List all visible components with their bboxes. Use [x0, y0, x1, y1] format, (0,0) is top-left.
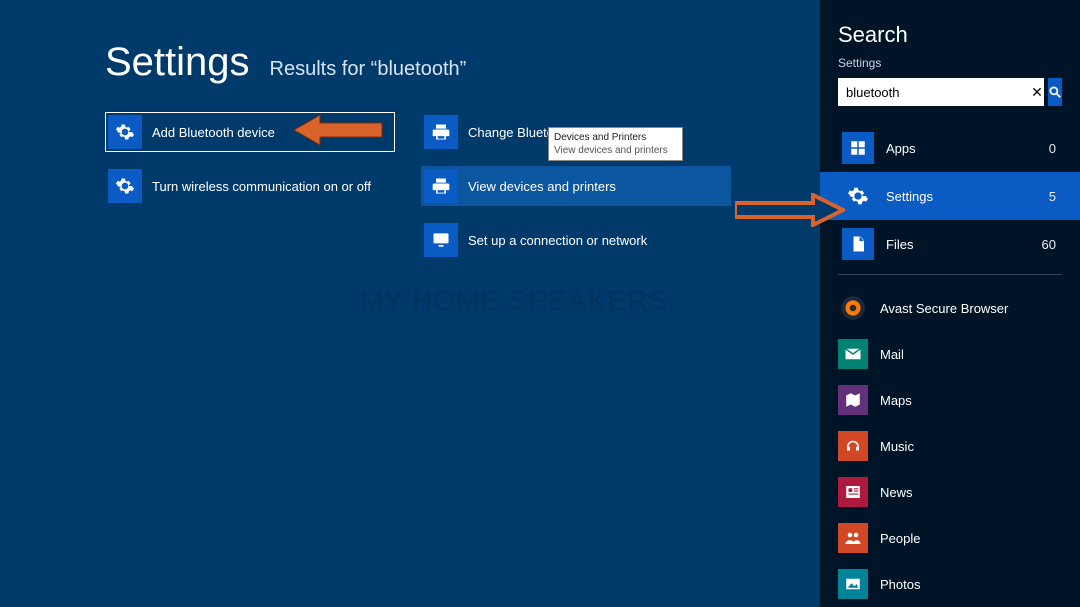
printer-icon [424, 115, 458, 149]
search-button[interactable] [1048, 78, 1062, 106]
settings-results-panel: Settings Results for “bluetooth” Add Blu… [0, 0, 820, 607]
scope-label: Apps [886, 141, 916, 156]
result-turn-wireless[interactable]: Turn wireless communication on or off [105, 166, 395, 206]
tooltip-title: Devices and Printers [554, 131, 677, 144]
printer-icon [424, 169, 458, 203]
people-icon [838, 523, 868, 553]
annotation-arrow-right [735, 193, 845, 227]
gear-icon [842, 180, 874, 212]
result-label: Turn wireless communication on or off [152, 179, 371, 194]
app-maps[interactable]: Maps [838, 377, 1062, 423]
scope-count: 60 [1042, 237, 1056, 252]
network-icon [424, 223, 458, 257]
app-mail[interactable]: Mail [838, 331, 1062, 377]
app-label: People [880, 531, 920, 546]
search-title: Search [838, 22, 1062, 48]
tooltip-body: View devices and printers [554, 144, 677, 157]
watermark-text: MY HOME SPEAKERS [360, 285, 668, 317]
search-category-label: Settings [838, 56, 1062, 70]
scope-files[interactable]: Files 60 [838, 220, 1062, 268]
search-input[interactable] [838, 78, 1030, 106]
search-row: ✕ [838, 78, 1062, 106]
avast-icon [838, 293, 868, 323]
app-label: Maps [880, 393, 912, 408]
headphones-icon [838, 431, 868, 461]
clear-search-button[interactable]: ✕ [1030, 78, 1044, 106]
app-photos[interactable]: Photos [838, 561, 1062, 607]
search-scope-list: Apps 0 Settings 5 Files 60 [838, 124, 1062, 268]
app-label: Music [880, 439, 914, 454]
photos-icon [838, 569, 868, 599]
app-music[interactable]: Music [838, 423, 1062, 469]
gear-icon [108, 115, 142, 149]
scope-label: Settings [886, 189, 933, 204]
app-label: Mail [880, 347, 904, 362]
result-setup-connection[interactable]: Set up a connection or network [421, 220, 731, 260]
app-label: Photos [880, 577, 920, 592]
result-label: Set up a connection or network [468, 233, 647, 248]
app-label: News [880, 485, 913, 500]
results-grid: Add Bluetooth device Turn wireless commu… [105, 112, 805, 260]
search-charm-panel: Search Settings ✕ Apps 0 Settings 5 [820, 0, 1080, 607]
tooltip-devices-printers: Devices and Printers View devices and pr… [548, 127, 683, 161]
sidebar-divider [838, 274, 1062, 275]
search-icon [1048, 85, 1062, 99]
result-view-devices-printers[interactable]: View devices and printers [421, 166, 731, 206]
gear-icon [108, 169, 142, 203]
scope-count: 0 [1049, 141, 1056, 156]
result-label: View devices and printers [468, 179, 616, 194]
app-news[interactable]: News [838, 469, 1062, 515]
app-avast-secure-browser[interactable]: Avast Secure Browser [838, 285, 1062, 331]
close-icon: ✕ [1031, 84, 1043, 101]
scope-apps[interactable]: Apps 0 [838, 124, 1062, 172]
apps-icon [842, 132, 874, 164]
search-app-list: Avast Secure Browser Mail Maps Music New… [838, 285, 1062, 607]
app-people[interactable]: People [838, 515, 1062, 561]
app-label: Avast Secure Browser [880, 301, 1008, 316]
page-title: Settings [105, 40, 250, 85]
scope-settings[interactable]: Settings 5 [820, 172, 1080, 220]
scope-count: 5 [1049, 189, 1056, 204]
file-icon [842, 228, 874, 260]
result-label: Add Bluetooth device [152, 125, 275, 140]
annotation-arrow-left [294, 112, 384, 148]
mail-icon [838, 339, 868, 369]
scope-label: Files [886, 237, 913, 252]
header: Settings Results for “bluetooth” [105, 40, 466, 85]
news-icon [838, 477, 868, 507]
page-subtitle: Results for “bluetooth” [270, 58, 467, 81]
maps-icon [838, 385, 868, 415]
